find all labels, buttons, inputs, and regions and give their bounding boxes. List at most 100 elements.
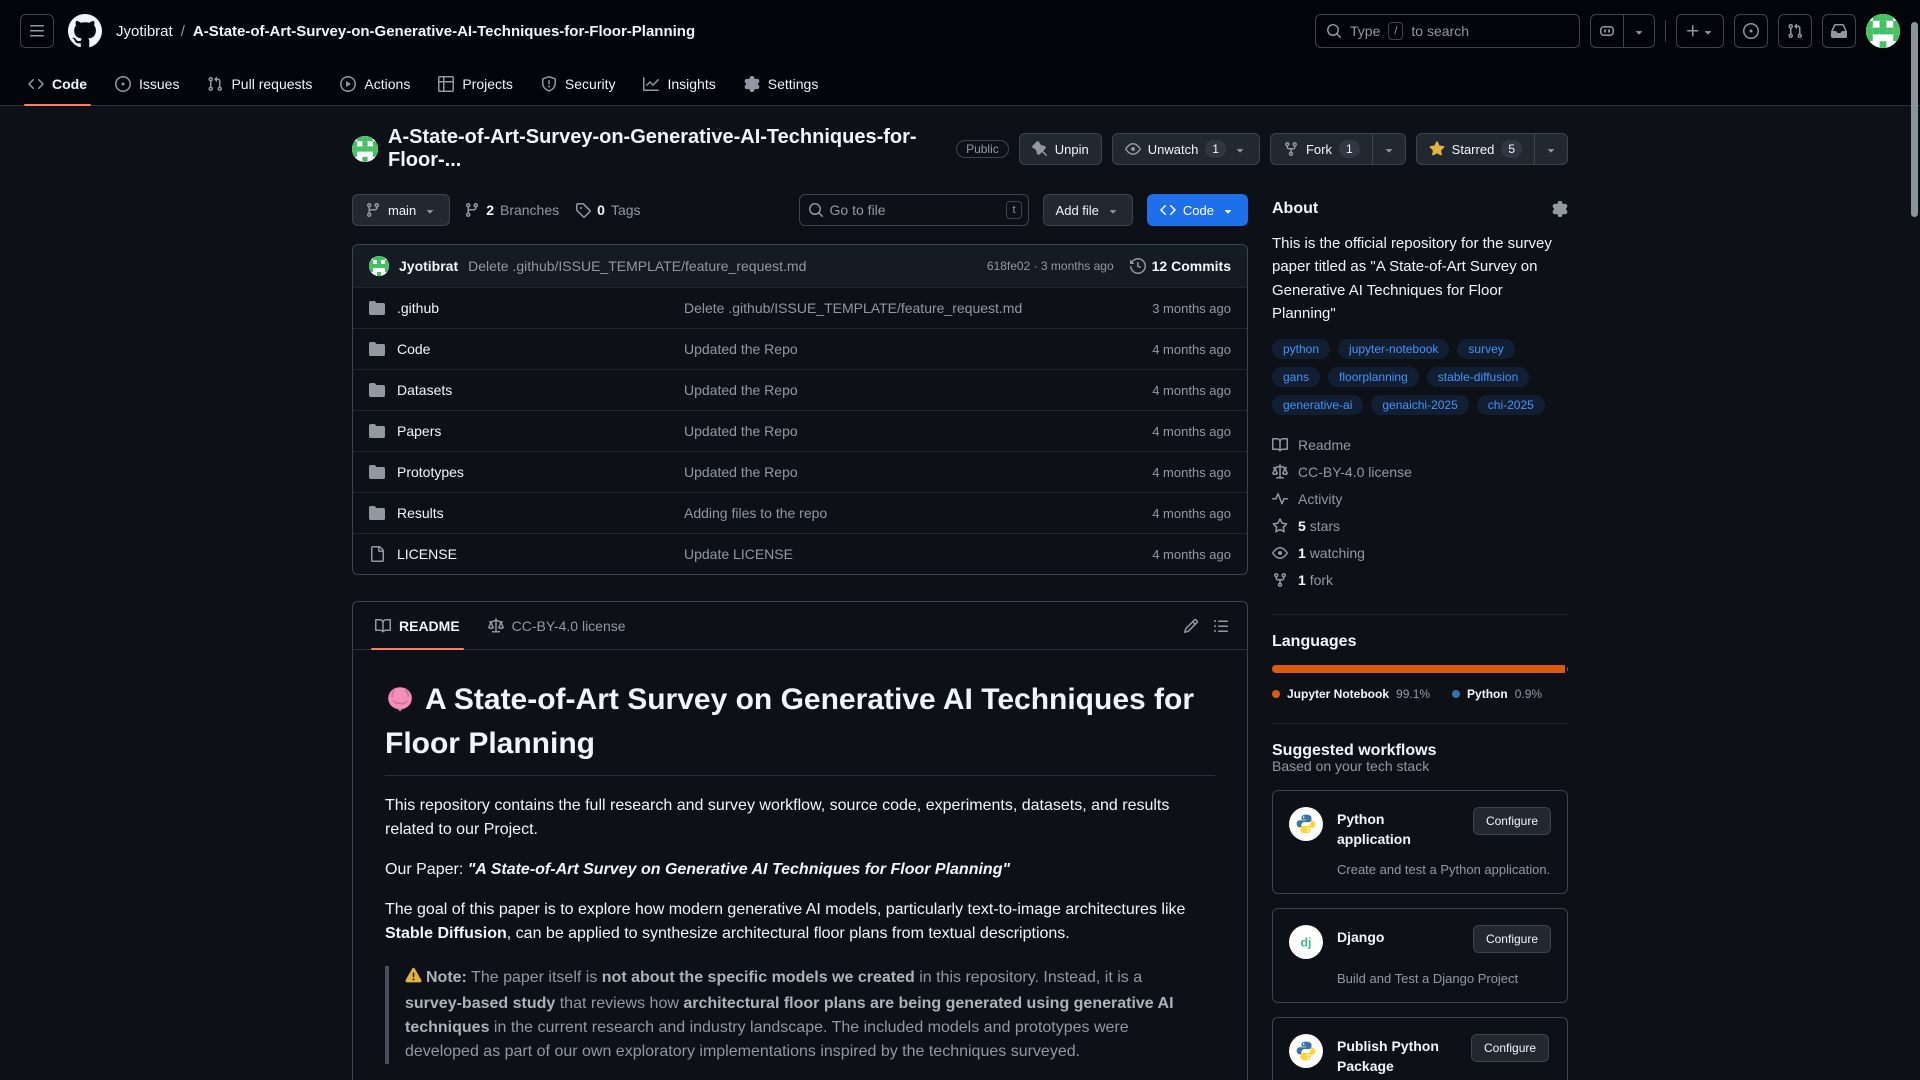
activity-link[interactable]: Activity <box>1272 487 1568 511</box>
stars-link[interactable]: 5 stars <box>1272 514 1568 538</box>
outline-button[interactable] <box>1213 618 1229 634</box>
table-row[interactable]: Code Updated the Repo 4 months ago <box>353 328 1247 369</box>
tags-link[interactable]: 0Tags <box>575 202 640 218</box>
commit-sha-time[interactable]: 618fe02 · 3 months ago <box>987 259 1114 273</box>
workflow-name[interactable]: Python application <box>1337 807 1459 850</box>
table-row[interactable]: Datasets Updated the Repo 4 months ago <box>353 369 1247 410</box>
table-row[interactable]: Prototypes Updated the Repo 4 months ago <box>353 451 1247 492</box>
breadcrumb-repo[interactable]: A-State-of-Art-Survey-on-Generative-AI-T… <box>193 23 695 40</box>
edit-about-button[interactable] <box>1552 201 1568 217</box>
file-commit-message[interactable]: Updated the Repo <box>684 382 1111 398</box>
tab-security[interactable]: Security <box>527 62 630 105</box>
workflow-name[interactable]: Publish Python Package <box>1337 1034 1457 1077</box>
add-file-button[interactable]: Add file <box>1043 194 1133 226</box>
note-bold: not about the specific models we created <box>602 969 915 986</box>
topic-pill[interactable]: jupyter-notebook <box>1338 339 1449 359</box>
repo-owner-avatar[interactable] <box>352 136 378 162</box>
readme-content: A State-of-Art Survey on Generative AI T… <box>353 650 1247 1080</box>
table-row[interactable]: Papers Updated the Repo 4 months ago <box>353 410 1247 451</box>
create-new-button[interactable] <box>1677 15 1723 47</box>
stars-label: stars <box>1310 518 1340 534</box>
tab-code[interactable]: Code <box>14 62 101 105</box>
topic-pill[interactable]: generative-ai <box>1272 395 1363 415</box>
hamburger-menu-button[interactable] <box>20 14 54 48</box>
file-commit-message[interactable]: Update LICENSE <box>684 546 1111 562</box>
table-row[interactable]: .github Delete .github/ISSUE_TEMPLATE/fe… <box>353 287 1247 328</box>
issues-dashboard-button[interactable] <box>1734 14 1768 48</box>
workflow-name[interactable]: Django <box>1337 925 1459 947</box>
file-commit-message[interactable]: Updated the Repo <box>684 464 1111 480</box>
topic-pill[interactable]: python <box>1272 339 1330 359</box>
topic-pill[interactable]: genaichi-2025 <box>1371 395 1468 415</box>
user-avatar[interactable] <box>1866 14 1900 48</box>
starred-button[interactable]: Starred5 <box>1417 134 1534 164</box>
edit-readme-button[interactable] <box>1183 618 1199 634</box>
file-name[interactable]: Datasets <box>397 382 452 398</box>
file-commit-message[interactable]: Adding files to the repo <box>684 505 1111 521</box>
star-icon <box>1272 518 1288 534</box>
file-commit-time: 4 months ago <box>1111 465 1231 480</box>
commit-message[interactable]: Delete .github/ISSUE_TEMPLATE/feature_re… <box>468 258 806 274</box>
configure-button[interactable]: Configure <box>1473 807 1551 835</box>
commit-author-avatar[interactable] <box>369 256 389 276</box>
topic-pill[interactable]: gans <box>1272 367 1320 387</box>
commit-history-link[interactable]: 12 Commits <box>1130 258 1231 274</box>
license-link[interactable]: CC-BY-4.0 license <box>1272 460 1568 484</box>
copilot-button[interactable] <box>1591 15 1623 47</box>
language-python[interactable]: Python0.9% <box>1452 687 1542 701</box>
tab-readme[interactable]: README <box>361 602 474 649</box>
file-commit-message[interactable]: Updated the Repo <box>684 341 1111 357</box>
branch-selector[interactable]: main <box>352 194 450 226</box>
file-name[interactable]: Prototypes <box>397 464 464 480</box>
tab-license[interactable]: CC-BY-4.0 license <box>474 602 640 649</box>
star-dropdown-button[interactable] <box>1534 134 1567 164</box>
file-name[interactable]: LICENSE <box>397 546 457 562</box>
unpin-button[interactable]: Unpin <box>1019 133 1102 165</box>
copilot-dropdown-button[interactable] <box>1623 15 1654 47</box>
repo-title[interactable]: A-State-of-Art-Survey-on-Generative-AI-T… <box>388 126 946 172</box>
readme-link[interactable]: Readme <box>1272 433 1568 457</box>
configure-button[interactable]: Configure <box>1473 925 1551 953</box>
branches-link[interactable]: 2Branches <box>464 202 559 218</box>
file-name[interactable]: Papers <box>397 423 441 439</box>
tab-issues[interactable]: Issues <box>101 62 193 105</box>
file-name[interactable]: Results <box>397 505 444 521</box>
topic-pill[interactable]: stable-diffusion <box>1427 367 1530 387</box>
table-row[interactable]: Results Adding files to the repo 4 month… <box>353 492 1247 533</box>
table-row[interactable]: LICENSE Update LICENSE 4 months ago <box>353 533 1247 574</box>
breadcrumb-owner[interactable]: Jyotibrat <box>116 23 173 40</box>
unwatch-button[interactable]: Unwatch1 <box>1112 133 1260 165</box>
inbox-button[interactable] <box>1822 14 1856 48</box>
git-branch-icon <box>464 202 480 218</box>
jupyter-dot-icon <box>1272 690 1280 698</box>
page-scrollbar-thumb[interactable] <box>1911 22 1918 217</box>
file-name[interactable]: .github <box>397 300 439 316</box>
github-logo-icon[interactable] <box>68 14 102 48</box>
file-name[interactable]: Code <box>397 341 430 357</box>
topic-pill[interactable]: survey <box>1457 339 1514 359</box>
tab-settings[interactable]: Settings <box>730 62 833 105</box>
tab-insights[interactable]: Insights <box>629 62 729 105</box>
commit-author[interactable]: Jyotibrat <box>399 258 458 274</box>
slash-key-hint: / <box>1388 22 1403 40</box>
global-search-input[interactable]: Type / to search <box>1315 14 1580 48</box>
file-commit-message[interactable]: Delete .github/ISSUE_TEMPLATE/feature_re… <box>684 300 1111 316</box>
tab-actions[interactable]: Actions <box>326 62 424 105</box>
tab-projects[interactable]: Projects <box>424 62 527 105</box>
tab-pull-requests[interactable]: Pull requests <box>193 62 326 105</box>
topic-pill[interactable]: floorplanning <box>1328 367 1419 387</box>
configure-button[interactable]: Configure <box>1471 1034 1549 1062</box>
file-commit-message[interactable]: Updated the Repo <box>684 423 1111 439</box>
fork-dropdown-button[interactable] <box>1372 134 1405 164</box>
code-button[interactable]: Code <box>1147 194 1248 226</box>
language-jupyter[interactable]: Jupyter Notebook99.1% <box>1272 687 1430 701</box>
pull-requests-dashboard-button[interactable] <box>1778 14 1812 48</box>
go-to-file-input[interactable] <box>799 194 1029 226</box>
fork-label: Fork <box>1306 142 1332 157</box>
topic-pill[interactable]: chi-2025 <box>1477 395 1545 415</box>
global-header: Jyotibrat / A-State-of-Art-Survey-on-Gen… <box>0 0 1920 62</box>
forks-link[interactable]: 1 fork <box>1272 568 1568 592</box>
fork-button[interactable]: Fork 1 <box>1271 134 1372 164</box>
watching-link[interactable]: 1 watching <box>1272 541 1568 565</box>
fork-count: 1 <box>1339 140 1360 158</box>
